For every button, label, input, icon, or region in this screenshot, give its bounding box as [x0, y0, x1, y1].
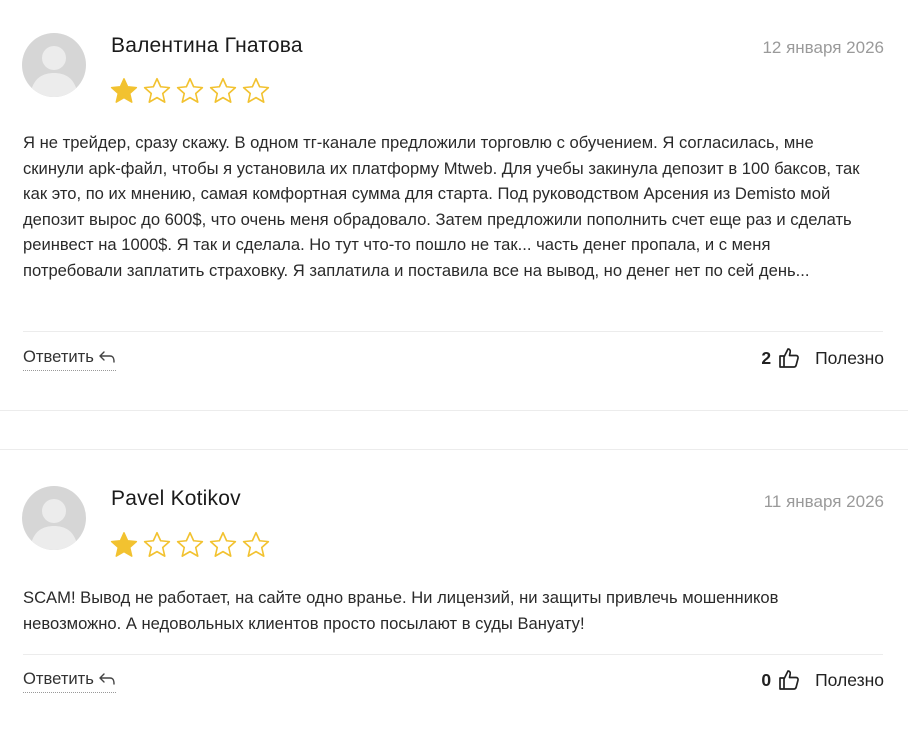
- review-date: 11 января 2026: [763, 492, 884, 511]
- like-count: 2: [761, 347, 772, 368]
- star-filled-icon: [110, 78, 138, 103]
- useful-control: 0 Полезно: [761, 668, 884, 692]
- review-card: Валентина Гнатова 12 января 2026 Я не тр…: [0, 0, 908, 411]
- star-empty-icon: [176, 77, 204, 103]
- reply-button[interactable]: Ответить: [23, 669, 116, 693]
- thumbs-up-icon[interactable]: [777, 668, 801, 692]
- useful-button[interactable]: Полезно: [815, 348, 884, 369]
- divider: [23, 331, 883, 332]
- review-separator: [0, 411, 908, 450]
- review-text: Я не трейдер, сразу скажу. В одном тг-ка…: [23, 133, 860, 280]
- avatar: [22, 33, 86, 97]
- user-placeholder-icon: [30, 499, 78, 550]
- useful-control: 2 Полезно: [761, 346, 884, 370]
- star-empty-icon: [176, 531, 204, 557]
- divider: [23, 654, 883, 655]
- review-card: Pavel Kotikov 11 января 2026 SCAM! Вывод…: [0, 452, 908, 730]
- star-empty-icon: [209, 77, 237, 103]
- star-empty-icon: [143, 531, 171, 557]
- star-empty-icon: [242, 531, 270, 557]
- useful-button[interactable]: Полезно: [815, 670, 884, 691]
- review-text: SCAM! Вывод не работает, на сайте одно в…: [23, 588, 779, 633]
- reply-button[interactable]: Ответить: [23, 347, 116, 371]
- reply-arrow-icon: [99, 351, 115, 363]
- reply-label: Ответить: [23, 669, 94, 688]
- reply-arrow-icon: [99, 673, 115, 685]
- star-filled-icon: [110, 532, 138, 557]
- user-placeholder-icon: [30, 46, 78, 97]
- review-author: Pavel Kotikov: [111, 487, 241, 510]
- thumbs-up-icon[interactable]: [777, 346, 801, 370]
- review-author: Валентина Гнатова: [111, 34, 303, 57]
- review-date: 12 января 2026: [762, 38, 884, 57]
- star-empty-icon: [143, 77, 171, 103]
- rating-stars: [109, 76, 271, 106]
- like-count: 0: [761, 669, 772, 690]
- reply-label: Ответить: [23, 347, 94, 366]
- rating-stars: [109, 530, 271, 560]
- star-empty-icon: [242, 77, 270, 103]
- star-empty-icon: [209, 531, 237, 557]
- avatar: [22, 486, 86, 550]
